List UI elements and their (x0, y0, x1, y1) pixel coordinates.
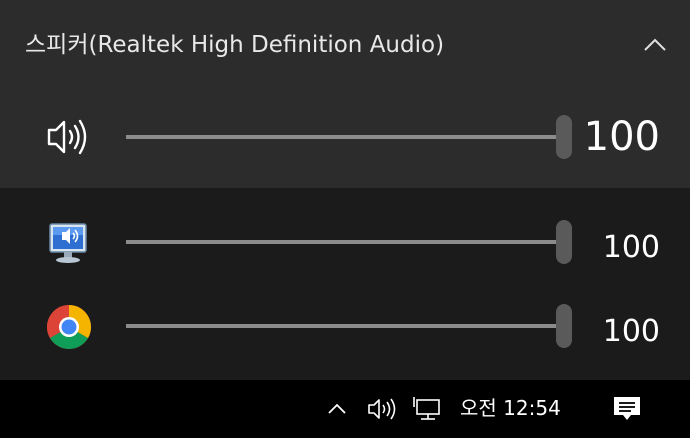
device-name: 스피커(Realtek High Definition Audio) (25, 32, 445, 58)
slider-thumb[interactable] (556, 115, 572, 159)
chevron-up-icon[interactable] (640, 34, 670, 56)
taskbar-network-button[interactable] (408, 380, 448, 438)
slider-thumb[interactable] (556, 220, 572, 264)
app-volume-slider[interactable] (126, 304, 572, 348)
app-volume-value: 100 (602, 314, 660, 349)
master-volume-slider[interactable] (126, 115, 572, 159)
master-volume-row: 100 (0, 98, 690, 178)
slider-fill (126, 324, 564, 328)
action-center-button[interactable] (604, 380, 650, 438)
device-selector[interactable]: 스피커(Realtek High Definition Audio) (0, 0, 690, 90)
master-volume-value: 100 (583, 114, 660, 160)
show-hidden-icons-button[interactable] (320, 380, 354, 438)
taskbar-volume-button[interactable] (360, 380, 404, 438)
action-center-icon (614, 397, 640, 420)
taskbar: 오전 12:54 (0, 380, 690, 438)
app-volume-slider[interactable] (126, 220, 572, 264)
network-icon (413, 397, 440, 420)
slider-thumb[interactable] (556, 304, 572, 348)
chevron-up-icon (328, 403, 346, 414)
master-volume-section: 스피커(Realtek High Definition Audio) 100 (0, 0, 690, 188)
taskbar-clock[interactable]: 오전 12:54 (460, 394, 561, 422)
slider-fill (126, 240, 564, 244)
system-sounds-icon[interactable] (44, 218, 94, 268)
speaker-icon (368, 398, 396, 420)
app-volume-row-chrome: 100 (0, 284, 690, 364)
app-volume-row-system-sounds: 100 (0, 200, 690, 280)
chrome-icon[interactable] (44, 302, 94, 352)
speaker-volume-icon[interactable] (44, 112, 94, 162)
app-volume-value: 100 (602, 230, 660, 265)
volume-mixer-flyout: 스피커(Realtek High Definition Audio) 100 1… (0, 0, 690, 380)
slider-fill (126, 135, 564, 139)
